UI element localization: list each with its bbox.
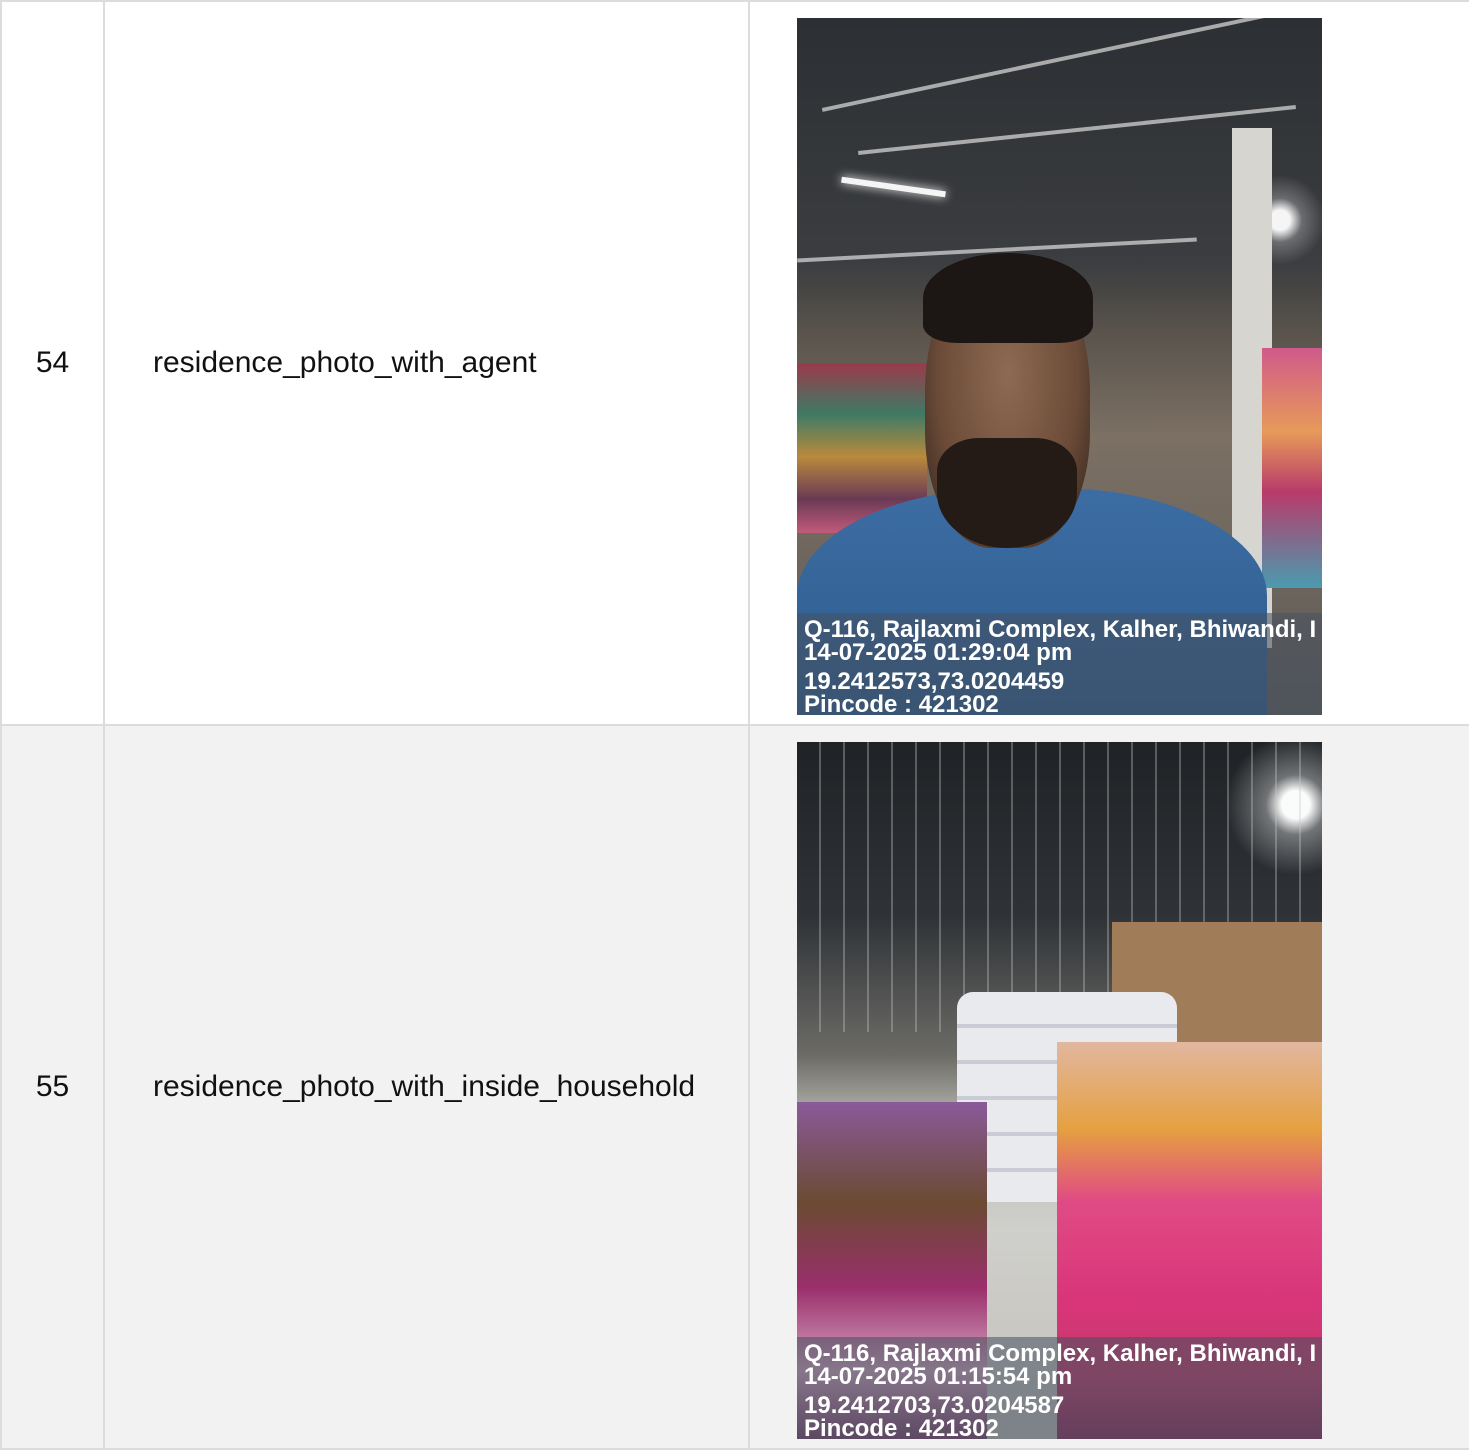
field-name: residence_photo_with_inside_household — [103, 724, 750, 1450]
ceiling-beam — [857, 105, 1297, 155]
table-row: 54 residence_photo_with_agent Q-116, Raj… — [0, 0, 1469, 726]
table-row: 55 residence_photo_with_inside_household… — [0, 724, 1469, 1450]
photo-geotag-caption: Q-116, Rajlaxmi Complex, Kalher, Bhiwand… — [797, 613, 1322, 715]
household-interior-photo[interactable]: Q-116, Rajlaxmi Complex, Kalher, Bhiwand… — [797, 742, 1322, 1439]
row-index: 55 — [0, 724, 105, 1450]
caption-datetime: 14-07-2025 01:29:04 pm — [804, 639, 1073, 666]
photo-cell: Q-116, Rajlaxmi Complex, Kalher, Bhiwand… — [748, 0, 1469, 726]
caption-datetime: 14-07-2025 01:15:54 pm — [804, 1363, 1073, 1390]
tube-light — [841, 176, 946, 198]
photo-cell: Q-116, Rajlaxmi Complex, Kalher, Bhiwand… — [748, 724, 1469, 1450]
ceiling-beam — [821, 18, 1293, 112]
field-name: residence_photo_with_agent — [103, 0, 750, 726]
caption-pincode: Pincode : 421302 — [804, 691, 999, 716]
agent-selfie-photo[interactable]: Q-116, Rajlaxmi Complex, Kalher, Bhiwand… — [797, 18, 1322, 715]
photo-geotag-caption: Q-116, Rajlaxmi Complex, Kalher, Bhiwand… — [797, 1337, 1322, 1439]
person-hair — [923, 253, 1093, 343]
fabric-shelf — [1262, 348, 1322, 588]
row-index: 54 — [0, 0, 105, 726]
person-beard — [937, 438, 1077, 548]
caption-pincode: Pincode : 421302 — [804, 1415, 999, 1440]
records-table: 54 residence_photo_with_agent Q-116, Raj… — [0, 0, 1469, 1450]
